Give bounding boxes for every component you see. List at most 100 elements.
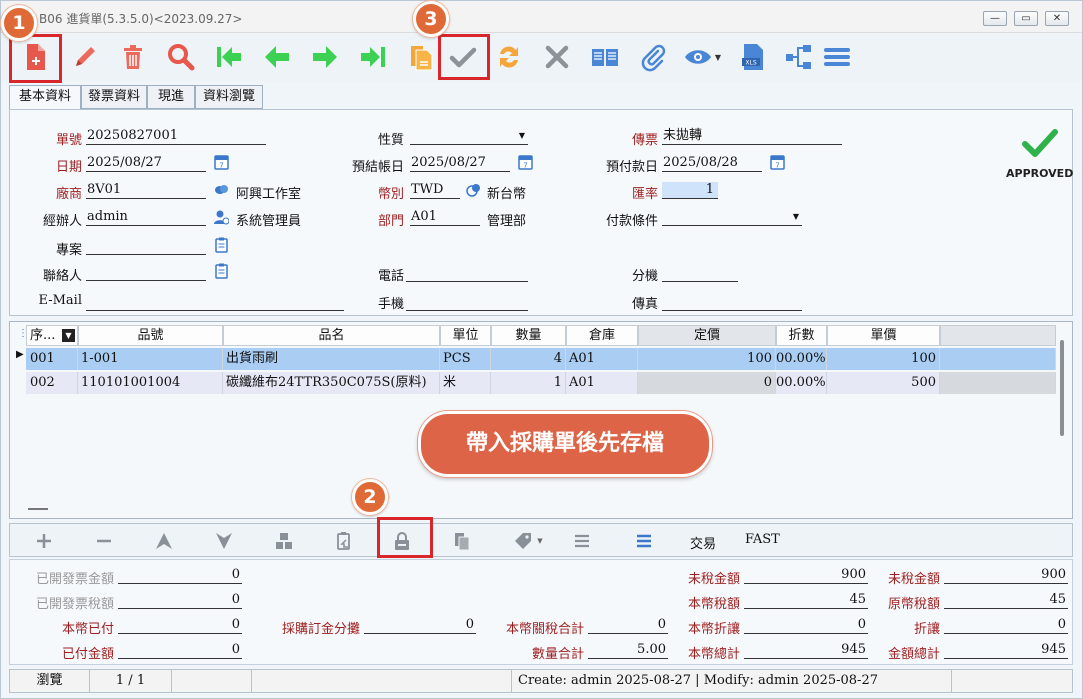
add-row-button[interactable] [32,530,56,552]
import-button[interactable] [332,530,356,552]
user-lookup-icon[interactable] [214,209,229,225]
menu-list-button[interactable] [632,530,656,552]
copy-button[interactable] [403,39,439,75]
coins-icon[interactable] [466,182,481,198]
cell-qty[interactable]: 1 [491,372,566,394]
col-qty[interactable]: 數量 [491,325,566,346]
cell-discount[interactable]: 00.00% [776,372,827,394]
col-warehouse[interactable]: 倉庫 [566,325,638,346]
cancel-button[interactable] [539,39,575,75]
order-no-field[interactable]: 20250827001 [86,128,266,145]
export-excel-button[interactable]: XLS [735,39,771,75]
cell-list-price[interactable]: 100 [638,348,776,370]
settle-date-field[interactable]: 2025/08/27 [410,155,510,172]
cell-item-name[interactable]: 出貨雨刷 [223,348,440,370]
col-list-price[interactable]: 定價 [638,325,776,346]
col-discount[interactable]: 折數 [776,325,827,346]
cell-unit[interactable]: PCS [440,348,491,370]
cell-list-price[interactable]: 0 [638,372,776,394]
sort-icon[interactable]: ▼ [62,329,75,342]
cell-warehouse[interactable]: A01 [566,348,638,370]
next-record-button[interactable] [307,39,343,75]
cell-unit[interactable]: 米 [440,372,491,394]
col-unit[interactable]: 單位 [440,325,491,346]
status-blank-2 [252,670,512,692]
handler-field[interactable]: admin [86,209,206,226]
list-button[interactable] [570,530,594,552]
cell-item-no[interactable]: 1-001 [78,348,223,370]
contact-field[interactable] [86,264,206,281]
app-window: B06 進貨單(5.3.5.0)<2023.09.27> — ▭ ✕ ▼ XLS… [0,0,1083,699]
calendar-icon[interactable]: 7 [214,154,229,170]
tab-basic-info[interactable]: 基本資料 [9,85,81,110]
phone-field[interactable] [406,265,528,282]
cell-seq[interactable]: 001 [26,348,78,370]
clipboard-icon[interactable] [214,263,229,279]
view-dropdown-button[interactable]: ▼ [679,39,725,75]
project-field[interactable] [86,238,206,255]
tab-cash-purchase[interactable]: 現進 [147,85,195,109]
convert-button[interactable] [491,39,527,75]
close-window-button[interactable]: ✕ [1045,11,1069,26]
step-badge-2: 2 [352,479,388,515]
reference-button[interactable] [587,39,623,75]
approved-check-icon [1022,129,1058,157]
col-seq[interactable]: 序... ▼ [26,325,78,346]
chevron-down-icon: ▼ [714,52,722,62]
collapse-handle[interactable] [28,508,48,510]
remove-row-button[interactable] [92,530,116,552]
email-field[interactable] [86,294,344,311]
minimize-button[interactable]: — [983,11,1007,26]
first-record-button[interactable] [211,39,247,75]
cell-unit-price[interactable]: 100 [827,348,940,370]
pay-terms-select[interactable]: ▼ [662,209,802,226]
batch-button[interactable] [272,530,296,552]
nature-select[interactable]: ▼ [410,128,528,145]
fax-field[interactable] [662,294,802,311]
vendor-code-field[interactable]: 8V01 [86,182,206,199]
col-unit-price[interactable]: 單價 [827,325,940,346]
date-field[interactable]: 2025/08/27 [86,155,206,172]
mobile-field[interactable] [406,294,528,311]
search-button[interactable] [163,39,199,75]
cell-unit-price[interactable]: 500 [827,372,940,394]
table-row[interactable]: ▶ 001 1-001 出貨雨刷 PCS 4 A01 100 00.00% 10… [10,348,1056,370]
clipboard-icon[interactable] [214,237,229,253]
menu-button[interactable] [819,39,855,75]
last-record-button[interactable] [355,39,391,75]
calendar-icon[interactable]: 7 [518,154,533,170]
tag-dropdown-button[interactable]: ▼ [506,530,550,552]
dept-field[interactable]: A01 [410,209,480,226]
col-item-no[interactable]: 品號 [78,325,223,346]
currency-field[interactable]: TWD [410,182,460,199]
cell-seq[interactable]: 002 [26,372,78,394]
vendor-lookup-icon[interactable] [214,182,229,198]
calendar-icon[interactable]: 7 [770,154,785,170]
cell-discount[interactable]: 00.00% [776,348,827,370]
copy-row-button[interactable] [450,530,474,552]
attachment-button[interactable] [635,39,671,75]
move-up-button[interactable] [152,530,176,552]
move-down-button[interactable] [212,530,236,552]
window-title: B06 進貨單(5.3.5.0)<2023.09.27> [39,12,243,26]
workflow-button[interactable] [781,39,817,75]
col-item-name[interactable]: 品名 [223,325,440,346]
rate-field[interactable]: 1 [662,182,718,199]
pay-date-field[interactable]: 2025/08/28 [662,155,762,172]
delete-button[interactable] [115,39,151,75]
vertical-scrollbar[interactable] [1060,340,1064,436]
tab-data-browse[interactable]: 資料瀏覽 [195,85,263,109]
cell-qty[interactable]: 4 [491,348,566,370]
cell-item-name[interactable]: 碳纖維布24TTR350C075S(原料) [223,372,440,394]
cell-item-no[interactable]: 110101001004 [78,372,223,394]
tab-invoice-info[interactable]: 發票資料 [81,85,147,109]
edit-button[interactable] [67,39,103,75]
ext-field[interactable] [662,265,738,282]
cell-warehouse[interactable]: A01 [566,372,638,394]
voucher-field[interactable]: 未拋轉 [662,128,842,145]
table-row[interactable]: 002 110101001004 碳纖維布24TTR350C075S(原料) 米… [10,372,1056,394]
discount-value: 0 [944,617,1068,634]
restore-button[interactable]: ▭ [1014,11,1038,26]
previous-record-button[interactable] [259,39,295,75]
trade-value: FAST [745,532,780,547]
